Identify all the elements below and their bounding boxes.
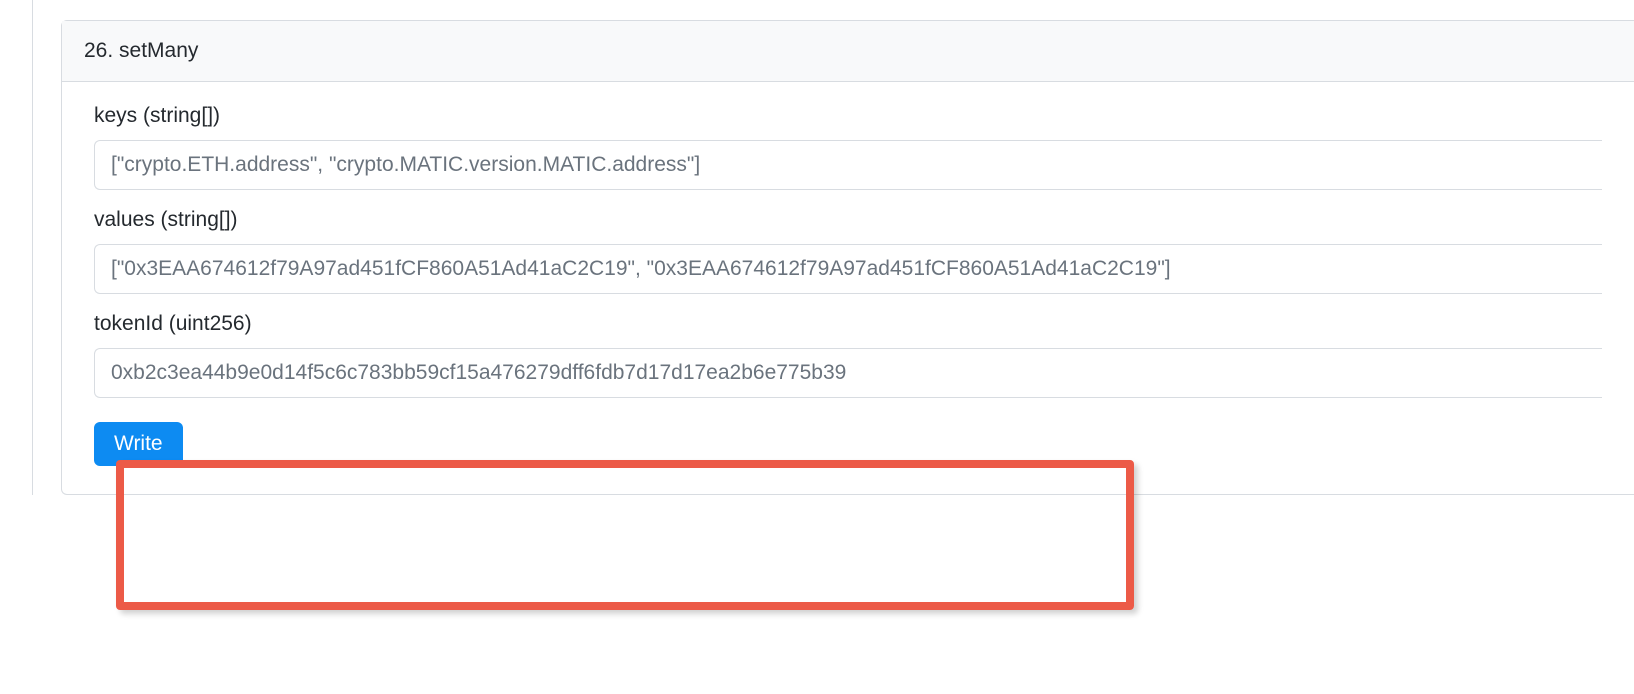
field-group-values: values (string[]) <box>62 208 1634 294</box>
values-input[interactable] <box>94 244 1602 294</box>
field-group-keys: keys (string[]) <box>62 104 1634 190</box>
panel-body: keys (string[]) values (string[]) tokenI… <box>62 82 1634 494</box>
write-button[interactable]: Write <box>94 422 183 466</box>
values-label: values (string[]) <box>94 208 1602 232</box>
keys-label: keys (string[]) <box>94 104 1602 128</box>
highlight-annotation <box>116 460 1134 610</box>
tokenid-label: tokenId (uint256) <box>94 312 1602 336</box>
panel-header[interactable]: 26. setMany <box>62 21 1634 82</box>
tokenid-input[interactable] <box>94 348 1602 398</box>
function-panel: 26. setMany keys (string[]) values (stri… <box>61 20 1634 495</box>
keys-input[interactable] <box>94 140 1602 190</box>
field-group-tokenid: tokenId (uint256) <box>62 312 1634 398</box>
outer-container: 26. setMany keys (string[]) values (stri… <box>32 0 1634 495</box>
